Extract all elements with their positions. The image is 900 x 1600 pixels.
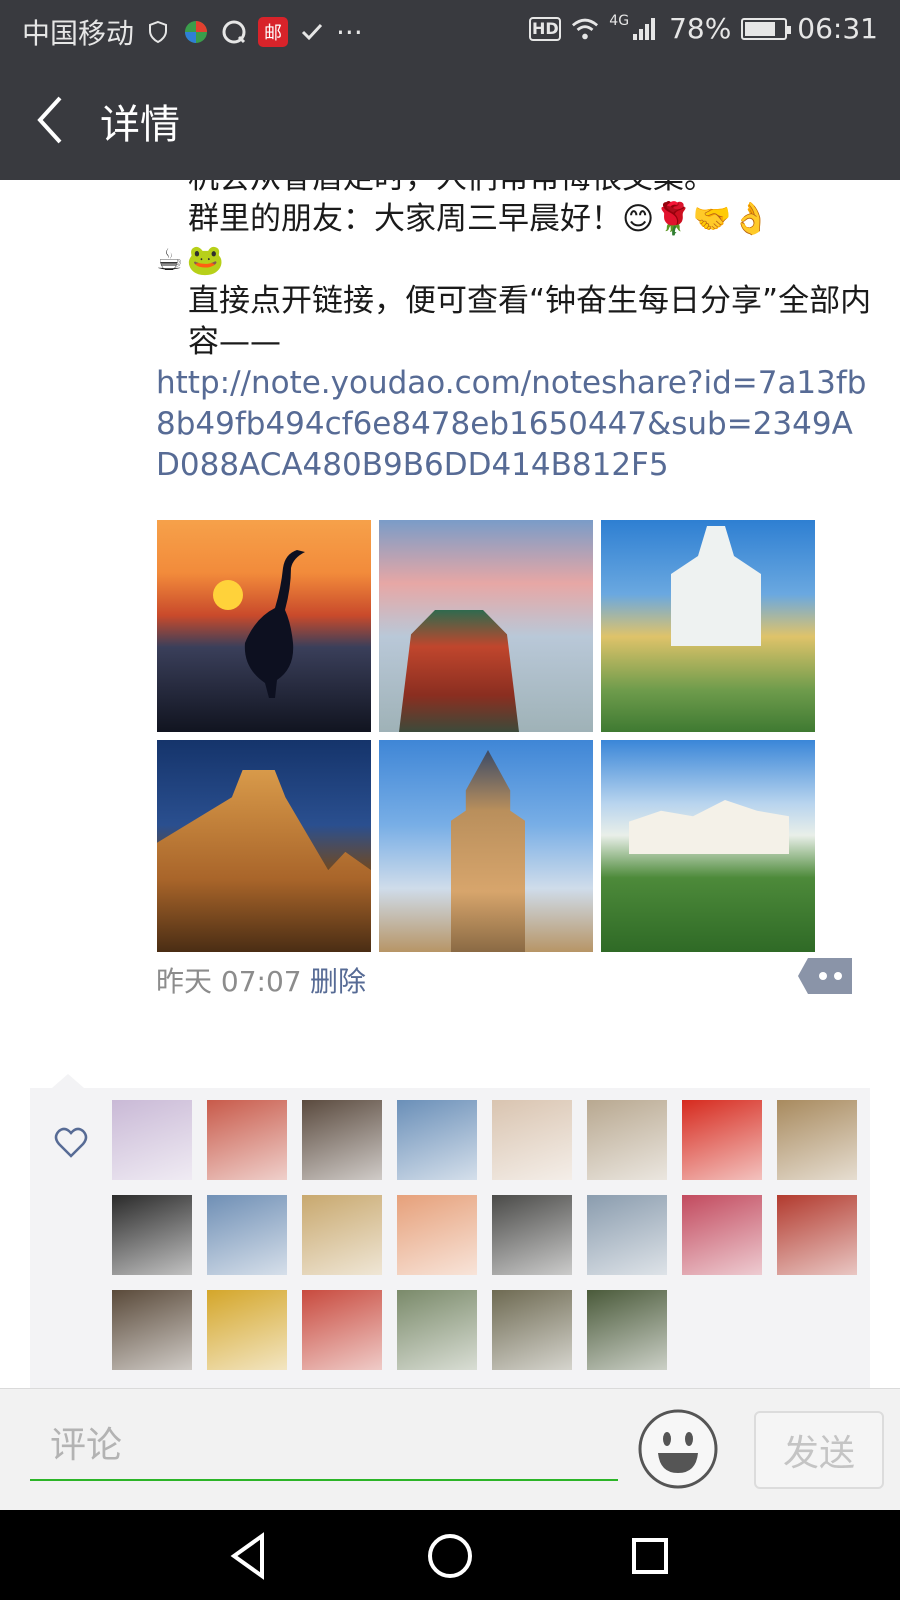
fortress-shape bbox=[629, 800, 789, 854]
battery-percent: 78% bbox=[669, 12, 732, 45]
liker-avatar[interactable] bbox=[302, 1195, 382, 1275]
post-link[interactable]: http://note.youdao.com/noteshare?id=7a13… bbox=[156, 363, 876, 486]
triangle-back-icon bbox=[230, 1532, 264, 1580]
liker-avatar[interactable] bbox=[302, 1290, 382, 1370]
liker-avatar[interactable] bbox=[492, 1195, 572, 1275]
church-shape bbox=[671, 526, 761, 646]
heart-icon bbox=[54, 1127, 88, 1158]
circle-home-icon bbox=[428, 1534, 472, 1578]
liker-avatar[interactable] bbox=[492, 1100, 572, 1180]
liker-avatar[interactable] bbox=[302, 1100, 382, 1180]
battery-level bbox=[745, 21, 776, 36]
comment-bar: 发送 bbox=[0, 1388, 900, 1510]
liker-avatar[interactable] bbox=[397, 1290, 477, 1370]
photo-grid bbox=[157, 520, 817, 952]
liker-avatar[interactable] bbox=[112, 1195, 192, 1275]
likes-panel bbox=[30, 1074, 870, 1388]
hd-icon: HD bbox=[529, 16, 562, 41]
shield-icon bbox=[144, 18, 172, 46]
liker-avatar[interactable] bbox=[207, 1100, 287, 1180]
status-left: 中国移动 邮 ··· bbox=[22, 12, 363, 52]
pagoda-shape bbox=[399, 610, 519, 732]
signal-icon bbox=[631, 15, 659, 43]
wifi-icon bbox=[571, 15, 599, 43]
system-nav-bar bbox=[0, 1510, 900, 1600]
post-time: 昨天 07:07 bbox=[156, 965, 302, 998]
post-text: 机会从眷盾走时，人们常常悔恨交集。 群里的朋友：大家周三早晨好！😊🌹🤝👌 ☕🐸 … bbox=[156, 180, 876, 486]
liker-avatar-grid bbox=[112, 1100, 857, 1370]
page-title: 详情 bbox=[100, 102, 180, 148]
liker-avatar[interactable] bbox=[207, 1195, 287, 1275]
post-emojis: ☕🐸 bbox=[156, 243, 229, 278]
status-right: HD 4G 78% 06:31 bbox=[529, 12, 878, 45]
mail-app-icon: 邮 bbox=[258, 17, 289, 47]
liker-avatar[interactable] bbox=[112, 1290, 192, 1370]
liker-avatar[interactable] bbox=[587, 1100, 667, 1180]
photo-heron-sunset[interactable] bbox=[157, 520, 371, 732]
check-icon bbox=[298, 18, 326, 46]
liker-avatar[interactable] bbox=[587, 1195, 667, 1275]
more-notifications: ··· bbox=[336, 15, 363, 49]
network-type: 4G bbox=[609, 12, 630, 29]
post-instruction: 直接点开链接，便可查看“钟奋生每日分享”全部内容—— bbox=[188, 283, 872, 360]
liker-avatar[interactable] bbox=[682, 1195, 762, 1275]
liker-avatar[interactable] bbox=[397, 1100, 477, 1180]
liker-avatar[interactable] bbox=[207, 1290, 287, 1370]
colorful-app-icon bbox=[182, 18, 210, 46]
comment-dots-icon bbox=[798, 958, 852, 994]
post-meta: 昨天 07:07 删除 bbox=[156, 958, 876, 1002]
castle-shape bbox=[157, 770, 371, 952]
post-detail: 机会从眷盾走时，人们常常悔恨交集。 群里的朋友：大家周三早晨好！😊🌹🤝👌 ☕🐸 … bbox=[0, 180, 900, 1388]
liker-avatar[interactable] bbox=[492, 1290, 572, 1370]
likes-pointer bbox=[52, 1074, 84, 1088]
post-cutoff-line: 机会从眷盾走时，人们常常悔恨交集。 bbox=[156, 180, 876, 199]
liker-avatar[interactable] bbox=[112, 1100, 192, 1180]
square-recents-icon bbox=[632, 1538, 668, 1574]
qq-browser-icon bbox=[220, 18, 248, 46]
carrier-label: 中国移动 bbox=[22, 17, 135, 50]
photo-castle-tower[interactable] bbox=[379, 740, 593, 952]
chevron-left-icon bbox=[37, 96, 62, 144]
emoji-button[interactable] bbox=[638, 1409, 718, 1489]
system-back-button[interactable] bbox=[222, 1528, 278, 1584]
post-greeting: 群里的朋友：大家周三早晨好！😊🌹🤝👌 bbox=[188, 201, 771, 237]
smiley-icon bbox=[638, 1409, 718, 1489]
send-button[interactable]: 发送 bbox=[754, 1411, 884, 1489]
photo-castle-night[interactable] bbox=[157, 740, 371, 952]
liker-avatar[interactable] bbox=[777, 1195, 857, 1275]
delete-button[interactable]: 删除 bbox=[310, 960, 366, 1000]
liker-avatar[interactable] bbox=[777, 1100, 857, 1180]
comment-input[interactable] bbox=[30, 1411, 618, 1481]
comment-options-button[interactable] bbox=[798, 958, 852, 994]
photo-fortress-hill[interactable] bbox=[601, 740, 815, 952]
system-home-button[interactable] bbox=[422, 1528, 478, 1584]
status-bar: 中国移动 邮 ··· HD 4G 78% 06:31 bbox=[0, 0, 900, 62]
photo-pagoda[interactable] bbox=[379, 520, 593, 732]
photo-church-town[interactable] bbox=[601, 520, 815, 732]
system-recents-button[interactable] bbox=[622, 1528, 678, 1584]
clock: 06:31 bbox=[797, 12, 878, 45]
nav-bar: 详情 bbox=[0, 62, 900, 180]
liker-avatar[interactable] bbox=[682, 1100, 762, 1180]
heron-silhouette bbox=[244, 550, 305, 698]
liker-avatar[interactable] bbox=[397, 1195, 477, 1275]
back-button[interactable] bbox=[30, 92, 80, 152]
tower-shape bbox=[451, 750, 525, 952]
battery-icon bbox=[741, 17, 792, 40]
liker-avatar[interactable] bbox=[587, 1290, 667, 1370]
